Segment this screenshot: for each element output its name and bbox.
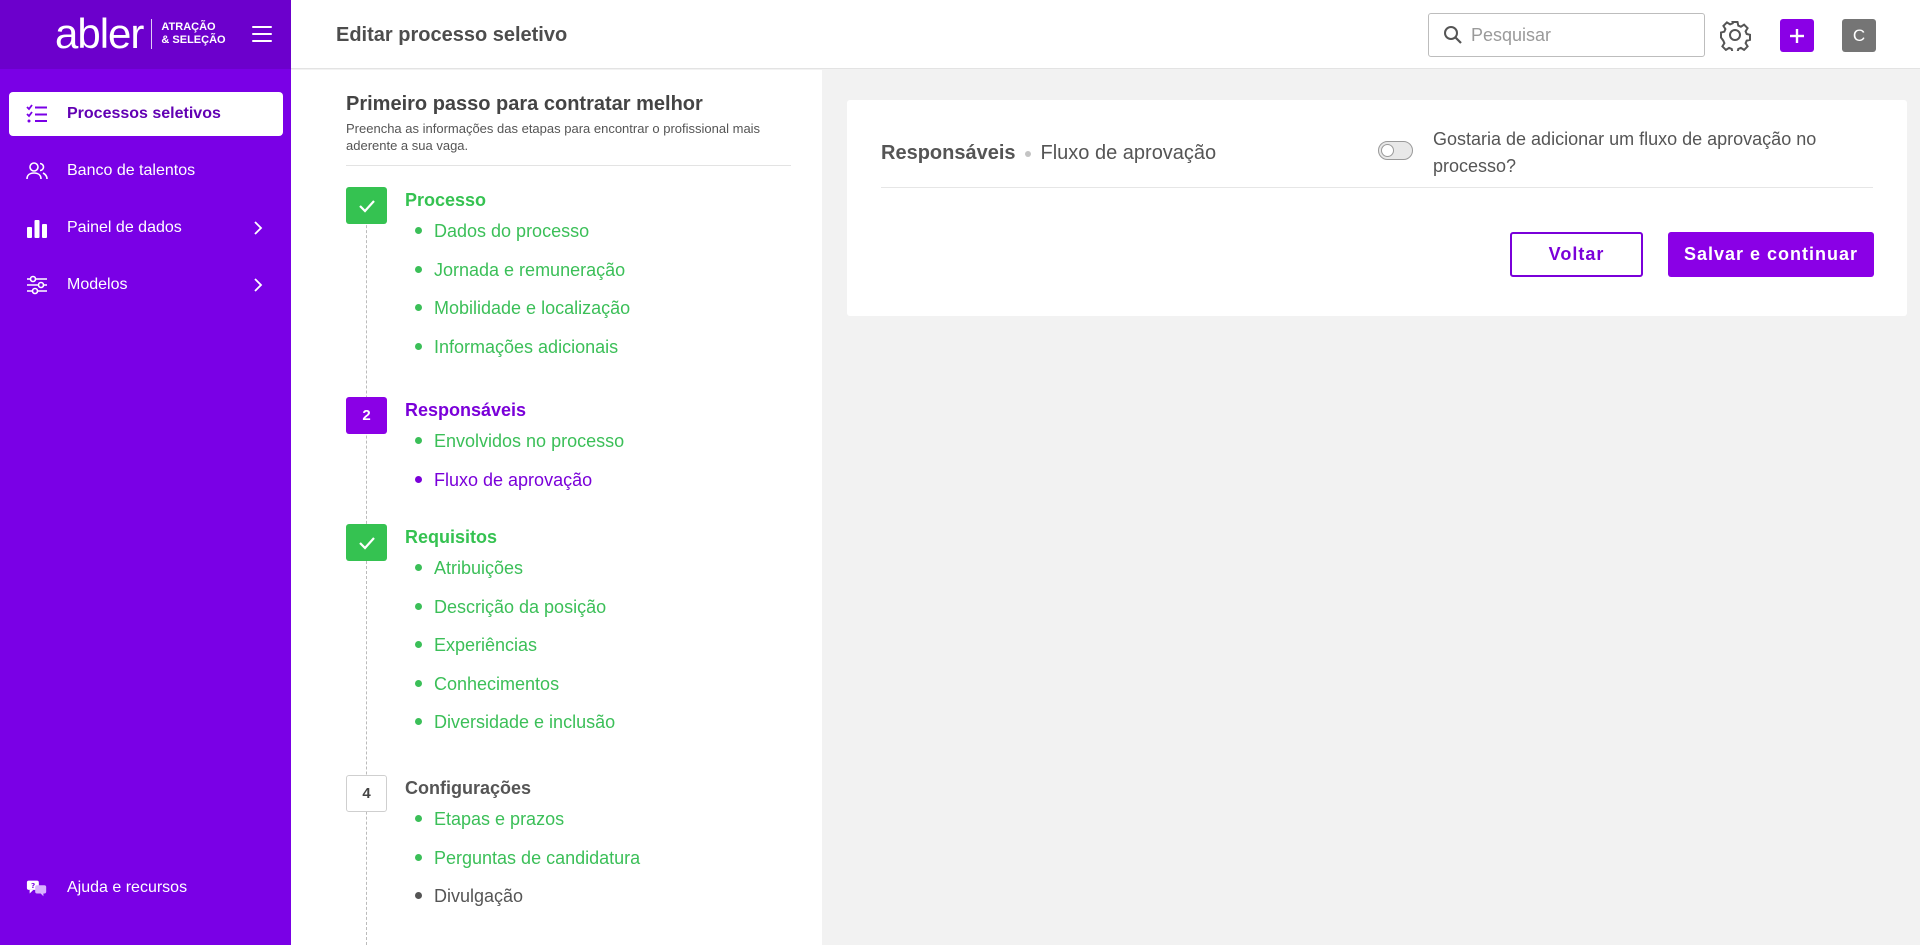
- sidebar-item-label: Modelos: [67, 276, 128, 293]
- step-badge: [346, 187, 387, 224]
- substep-mobilidade-e-localizacao[interactable]: Mobilidade e localização: [415, 296, 630, 335]
- steps-subtitle: Preencha as informações das etapas para …: [346, 121, 761, 153]
- step-title[interactable]: Configurações: [405, 778, 531, 799]
- sidebar-item-label: Painel de dados: [67, 219, 182, 236]
- breadcrumb-section: Responsáveis: [881, 142, 1016, 164]
- chevron-right-icon: [254, 221, 263, 235]
- toggle-knob: [1381, 144, 1394, 157]
- substep-diversidade-e-inclusao[interactable]: Diversidade e inclusão: [415, 710, 615, 749]
- sidebar: abler ATRAÇÃO & SELEÇÃO Processos seleti…: [0, 0, 291, 945]
- check-icon: [358, 199, 375, 213]
- breadcrumb-separator: [1024, 150, 1031, 157]
- people-icon: [26, 160, 48, 182]
- substep-etapas-e-prazos[interactable]: Etapas e prazos: [415, 807, 640, 846]
- substep-list: Envolvidos no processo Fluxo de aprovaçã…: [415, 429, 624, 506]
- step-badge: 2: [346, 397, 387, 434]
- logo-tagline: ATRAÇÃO & SELEÇÃO: [161, 21, 226, 46]
- substep-experiencias[interactable]: Experiências: [415, 633, 615, 672]
- substep-perguntas-de-candidatura[interactable]: Perguntas de candidatura: [415, 846, 640, 885]
- divider: [346, 165, 791, 166]
- substep-fluxo-de-aprovacao[interactable]: Fluxo de aprovação: [415, 468, 624, 507]
- substep-dados-do-processo[interactable]: Dados do processo: [415, 219, 630, 258]
- chevron-right-icon: [254, 278, 263, 292]
- substep-atribuicoes[interactable]: Atribuições: [415, 556, 615, 595]
- breadcrumb: Responsáveis Fluxo de aprovação: [881, 142, 1216, 165]
- save-and-continue-button[interactable]: Salvar e continuar: [1668, 232, 1874, 277]
- approval-flow-toggle[interactable]: [1378, 141, 1413, 160]
- steps-panel: Primeiro passo para contratar melhor Pre…: [291, 70, 822, 945]
- svg-text:?: ?: [31, 881, 35, 890]
- substep-list: Etapas e prazos Perguntas de candidatura…: [415, 807, 640, 923]
- gear-icon[interactable]: [1719, 19, 1751, 51]
- brand-bar: abler ATRAÇÃO & SELEÇÃO: [0, 0, 291, 69]
- substep-list: Dados do processo Jornada e remuneração …: [415, 219, 630, 373]
- search-input[interactable]: [1471, 24, 1691, 46]
- step-badge: 4: [346, 775, 387, 812]
- approval-flow-card: Responsáveis Fluxo de aprovação Gostaria…: [847, 100, 1907, 316]
- logo-wordmark: abler: [55, 10, 144, 57]
- sidebar-item-label: Banco de talentos: [67, 162, 196, 179]
- sidebar-item-modelos[interactable]: Modelos: [9, 263, 283, 307]
- step-badge: [346, 524, 387, 561]
- search-box[interactable]: [1428, 13, 1705, 57]
- sidebar-item-label: Processos seletivos: [67, 105, 221, 122]
- abler-logo[interactable]: abler ATRAÇÃO & SELEÇÃO: [55, 12, 231, 56]
- substep-list: Atribuições Descrição da posição Experiê…: [415, 556, 615, 749]
- divider: [881, 187, 1873, 188]
- task-list-icon: [26, 103, 48, 125]
- approval-flow-question: Gostaria de adicionar um fluxo de aprova…: [1433, 129, 1817, 176]
- chat-help-icon: ?: [26, 877, 48, 899]
- help-label: Ajuda e recursos: [67, 879, 188, 896]
- substep-divulgacao[interactable]: Divulgação: [415, 884, 640, 923]
- bar-chart-icon: [26, 217, 48, 239]
- breadcrumb-page: Fluxo de aprovação: [1040, 142, 1217, 164]
- sidebar-item-processos-seletivos[interactable]: Processos seletivos: [9, 92, 283, 136]
- add-button[interactable]: [1780, 19, 1814, 52]
- steps-connector-line: [366, 200, 367, 945]
- hamburger-icon[interactable]: [252, 26, 272, 44]
- step-title[interactable]: Requisitos: [405, 527, 497, 548]
- substep-envolvidos-no-processo[interactable]: Envolvidos no processo: [415, 429, 624, 468]
- steps-title: Primeiro passo para contratar melhor: [346, 93, 703, 115]
- back-button[interactable]: Voltar: [1510, 232, 1643, 277]
- page-title: Editar processo seletivo: [336, 24, 568, 46]
- substep-jornada-e-remuneracao[interactable]: Jornada e remuneração: [415, 258, 630, 297]
- step-title[interactable]: Responsáveis: [405, 400, 526, 421]
- substep-informacoes-adicionais[interactable]: Informações adicionais: [415, 335, 630, 374]
- plus-icon: [1790, 28, 1804, 43]
- topbar: Editar processo seletivo C: [291, 0, 1920, 69]
- step-title[interactable]: Processo: [405, 190, 486, 211]
- substep-descricao-da-posicao[interactable]: Descrição da posição: [415, 595, 615, 634]
- sidebar-item-painel-de-dados[interactable]: Painel de dados: [9, 206, 283, 250]
- sidebar-item-banco-de-talentos[interactable]: Banco de talentos: [9, 149, 283, 193]
- help-resources-link[interactable]: ? Ajuda e recursos: [9, 866, 283, 910]
- steps-header: Primeiro passo para contratar melhor Pre…: [346, 93, 782, 154]
- substep-conhecimentos[interactable]: Conhecimentos: [415, 672, 615, 711]
- sidebar-nav: Processos seletivos Banco de talentos Pa…: [9, 92, 283, 320]
- user-avatar[interactable]: C: [1842, 19, 1876, 52]
- logo-divider: [151, 19, 153, 49]
- check-icon: [358, 536, 375, 550]
- search-icon: [1444, 26, 1462, 44]
- sliders-icon: [26, 274, 48, 296]
